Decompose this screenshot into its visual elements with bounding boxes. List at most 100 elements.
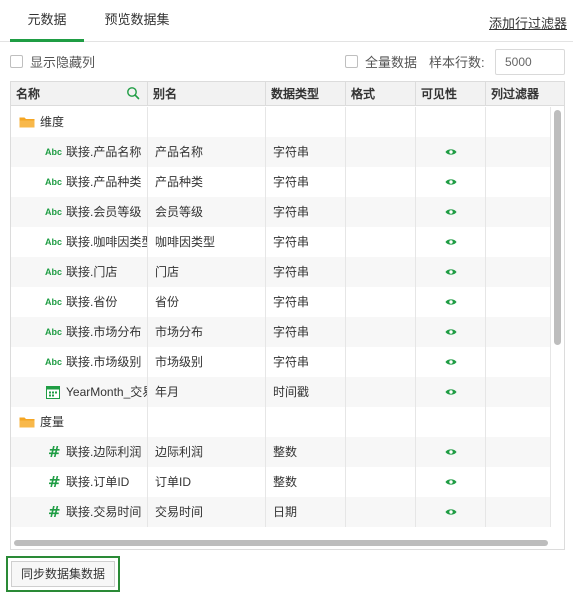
vertical-scrollbar-thumb[interactable] <box>554 110 561 345</box>
field-alias[interactable]: 门店 <box>148 257 266 287</box>
field-filter[interactable] <box>486 497 551 527</box>
eye-icon[interactable] <box>445 296 457 308</box>
field-filter[interactable] <box>486 377 551 407</box>
full-data-option[interactable]: 全量数据 <box>345 48 417 74</box>
eye-icon[interactable] <box>445 506 457 518</box>
group-row-measures[interactable]: 度量 <box>11 407 551 437</box>
eye-icon[interactable] <box>445 386 457 398</box>
field-type[interactable]: 时间戳 <box>266 377 346 407</box>
search-icon[interactable] <box>126 86 140 100</box>
tab-bar: 元数据 预览数据集 添加行过滤器 <box>0 0 573 42</box>
field-type[interactable]: 字符串 <box>266 137 346 167</box>
eye-icon[interactable] <box>445 206 457 218</box>
field-format[interactable] <box>346 227 416 257</box>
table-row[interactable]: Abc 联接.产品种类 产品种类 字符串 <box>11 167 551 197</box>
field-name-cell: Abc 联接.咖啡因类型 <box>11 227 148 257</box>
show-hidden-columns-option[interactable]: 显示隐藏列 <box>10 48 95 74</box>
field-alias[interactable]: 咖啡因类型 <box>148 227 266 257</box>
group-row-dimensions[interactable]: 维度 <box>11 107 551 137</box>
field-filter[interactable] <box>486 257 551 287</box>
field-alias[interactable]: 市场级别 <box>148 347 266 377</box>
table-row[interactable]: Abc 联接.会员等级 会员等级 字符串 <box>11 197 551 227</box>
table-row[interactable]: Abc 联接.产品名称 产品名称 字符串 <box>11 137 551 167</box>
field-alias[interactable]: 年月 <box>148 377 266 407</box>
field-format[interactable] <box>346 317 416 347</box>
abc-icon: Abc <box>45 327 63 337</box>
field-type[interactable]: 字符串 <box>266 287 346 317</box>
field-format[interactable] <box>346 257 416 287</box>
eye-icon[interactable] <box>445 476 457 488</box>
eye-icon[interactable] <box>445 146 457 158</box>
sync-dataset-data-button[interactable]: 同步数据集数据 <box>6 556 120 592</box>
show-hidden-columns-checkbox[interactable] <box>10 54 23 68</box>
table-row[interactable]: # 联接.边际利润 边际利润 整数 <box>11 437 551 467</box>
field-format[interactable] <box>346 197 416 227</box>
tab-metadata[interactable]: 元数据 <box>10 0 84 42</box>
field-filter[interactable] <box>486 317 551 347</box>
eye-icon[interactable] <box>445 236 457 248</box>
field-filter[interactable] <box>486 287 551 317</box>
column-header-name[interactable]: 名称 <box>11 82 148 106</box>
field-format[interactable] <box>346 167 416 197</box>
field-format[interactable] <box>346 497 416 527</box>
full-data-checkbox[interactable] <box>345 54 358 68</box>
table-row[interactable]: Abc 联接.门店 门店 字符串 <box>11 257 551 287</box>
field-filter[interactable] <box>486 437 551 467</box>
tab-preview-dataset[interactable]: 预览数据集 <box>92 0 182 42</box>
field-type[interactable]: 日期 <box>266 497 346 527</box>
sample-rows-input[interactable] <box>495 49 565 75</box>
field-alias[interactable]: 会员等级 <box>148 197 266 227</box>
alias-cell <box>148 107 266 137</box>
field-filter[interactable] <box>486 467 551 497</box>
field-type[interactable]: 整数 <box>266 467 346 497</box>
eye-icon[interactable] <box>445 266 457 278</box>
field-filter[interactable] <box>486 347 551 377</box>
eye-icon[interactable] <box>445 326 457 338</box>
field-type[interactable]: 字符串 <box>266 347 346 377</box>
horizontal-scrollbar-thumb[interactable] <box>14 540 548 546</box>
field-name: 联接.咖啡因类型 <box>66 235 148 249</box>
field-type[interactable]: 字符串 <box>266 197 346 227</box>
field-alias[interactable]: 订单ID <box>148 467 266 497</box>
column-header-alias[interactable]: 别名 <box>148 82 266 106</box>
table-row[interactable]: Abc 联接.市场级别 市场级别 字符串 <box>11 347 551 377</box>
field-filter[interactable] <box>486 197 551 227</box>
abc-icon: Abc <box>45 177 63 187</box>
field-alias[interactable]: 省份 <box>148 287 266 317</box>
field-filter[interactable] <box>486 137 551 167</box>
table-row[interactable]: # 联接.订单ID 订单ID 整数 <box>11 467 551 497</box>
field-filter[interactable] <box>486 227 551 257</box>
table-row[interactable]: Abc 联接.市场分布 市场分布 字符串 <box>11 317 551 347</box>
field-alias[interactable]: 交易时间 <box>148 497 266 527</box>
field-alias[interactable]: 产品名称 <box>148 137 266 167</box>
column-header-data-type[interactable]: 数据类型 <box>266 82 346 106</box>
eye-icon[interactable] <box>445 356 457 368</box>
field-format[interactable] <box>346 377 416 407</box>
field-alias[interactable]: 市场分布 <box>148 317 266 347</box>
field-type[interactable]: 字符串 <box>266 317 346 347</box>
column-header-column-filter[interactable]: 列过滤器 <box>486 82 564 106</box>
eye-icon[interactable] <box>445 176 457 188</box>
field-format[interactable] <box>346 287 416 317</box>
column-header-visibility[interactable]: 可见性 <box>416 82 486 106</box>
table-row[interactable]: Abc 联接.咖啡因类型 咖啡因类型 字符串 <box>11 227 551 257</box>
field-format[interactable] <box>346 467 416 497</box>
field-type[interactable]: 字符串 <box>266 167 346 197</box>
table-row[interactable]: # 联接.交易时间 交易时间 日期 <box>11 497 551 527</box>
field-type[interactable]: 字符串 <box>266 227 346 257</box>
field-name: 联接.产品名称 <box>66 145 142 159</box>
field-type[interactable]: 字符串 <box>266 257 346 287</box>
field-format[interactable] <box>346 137 416 167</box>
field-format[interactable] <box>346 347 416 377</box>
table-row[interactable]: Abc 联接.省份 省份 字符串 <box>11 287 551 317</box>
field-alias[interactable]: 产品种类 <box>148 167 266 197</box>
add-row-filter-link[interactable]: 添加行过滤器 <box>489 13 567 32</box>
table-row[interactable]: YearMonth_交易 年月 时间戳 <box>11 377 551 407</box>
column-header-format[interactable]: 格式 <box>346 82 416 106</box>
field-filter[interactable] <box>486 167 551 197</box>
alias-cell <box>148 407 266 437</box>
eye-icon[interactable] <box>445 446 457 458</box>
field-format[interactable] <box>346 437 416 467</box>
field-alias[interactable]: 边际利润 <box>148 437 266 467</box>
field-type[interactable]: 整数 <box>266 437 346 467</box>
